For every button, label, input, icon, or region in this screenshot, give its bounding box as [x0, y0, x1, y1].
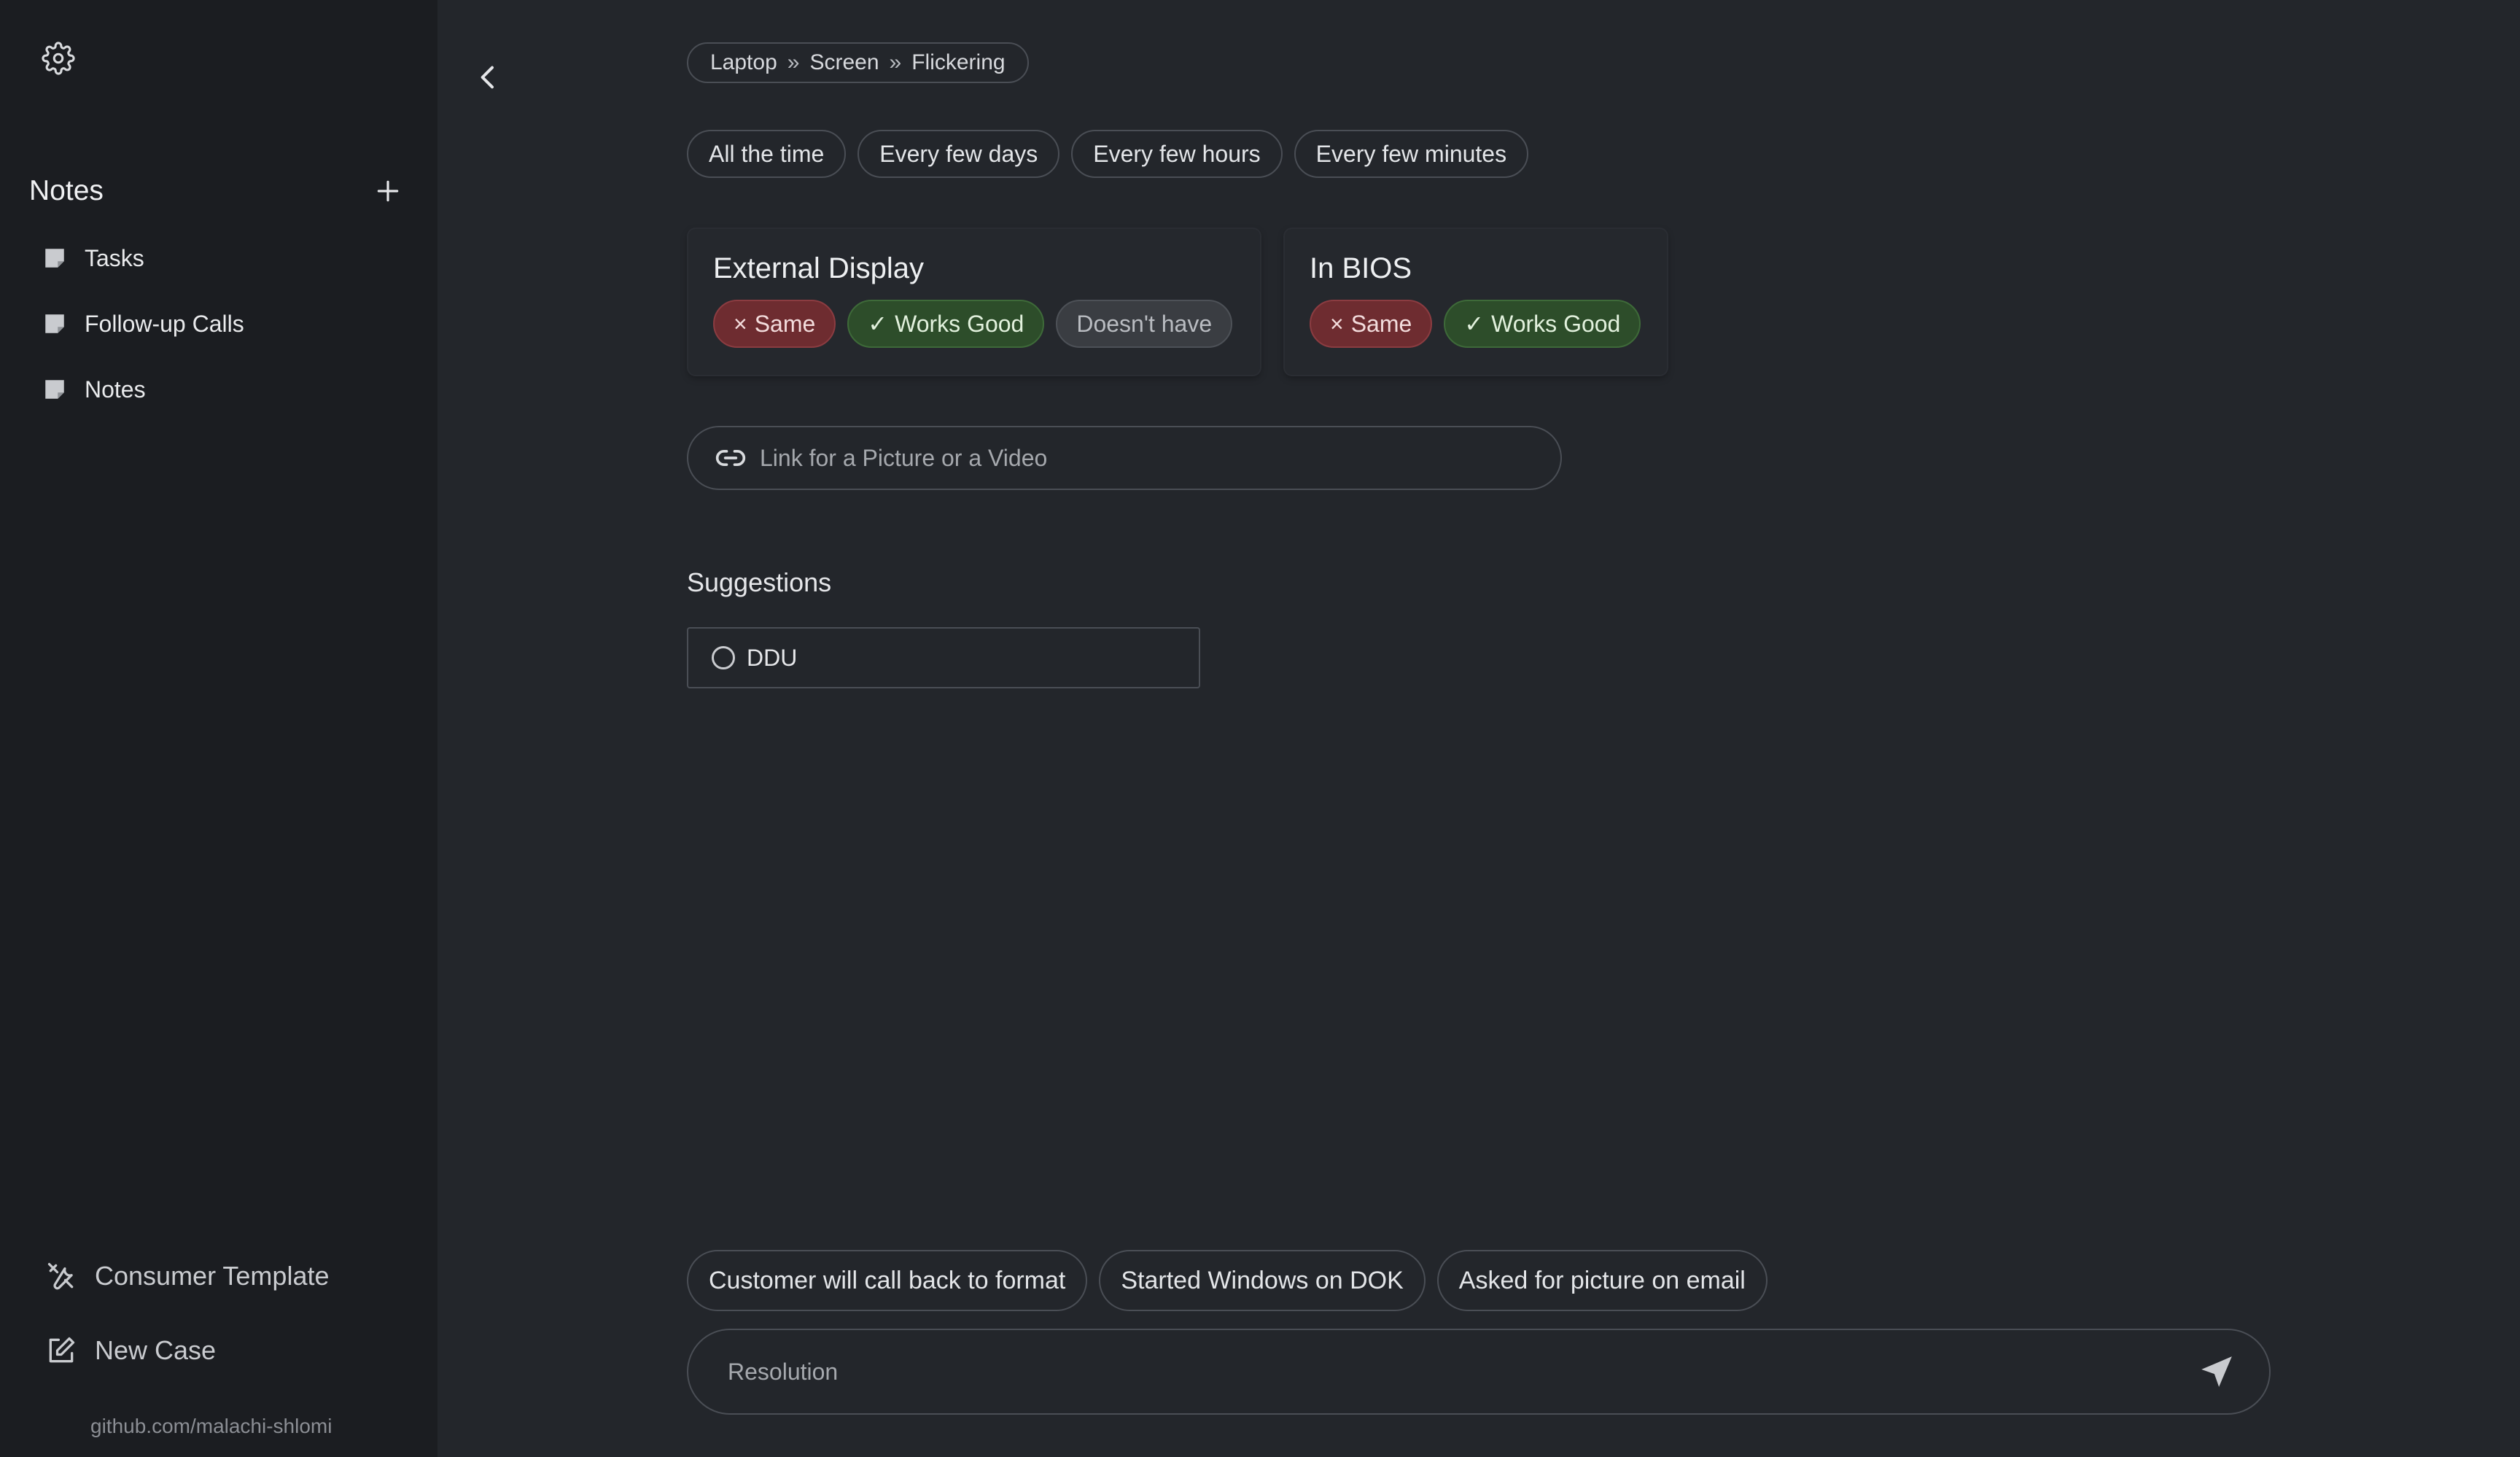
check-icon: ✓	[1464, 311, 1485, 337]
radio-icon[interactable]	[712, 646, 735, 669]
notes-header: Notes	[29, 169, 408, 213]
sidebar-item-label: Tasks	[85, 244, 144, 271]
quick-resolutions: Customer will call back to format Starte…	[687, 1250, 1768, 1311]
quick-resolution-asked-picture[interactable]: Asked for picture on email	[1436, 1250, 1768, 1311]
breadcrumb-separator: »	[787, 50, 800, 74]
chip-label: Same	[1350, 310, 1412, 337]
resolution-input[interactable]	[728, 1358, 2195, 1386]
frequency-options: All the time Every few days Every few ho…	[687, 130, 1529, 178]
breadcrumb-item-screen[interactable]: Screen	[809, 50, 879, 75]
consumer-template-label: Consumer Template	[95, 1261, 330, 1291]
chevron-left-icon	[481, 66, 494, 89]
chip-label: Same	[754, 310, 816, 337]
suggestion-item-ddu[interactable]: DDU	[687, 627, 1200, 688]
x-icon: ×	[734, 310, 747, 337]
breadcrumb-separator: »	[889, 50, 902, 74]
card-title: In BIOS	[1310, 252, 1412, 284]
sidebar-item-notes[interactable]: Notes	[42, 366, 407, 413]
consumer-template-link[interactable]: Consumer Template	[45, 1260, 330, 1292]
in-bios-works-good-chip[interactable]: ✓ Works Good	[1444, 300, 1641, 348]
chip-row: × Same ✓ Works Good	[1310, 300, 1642, 348]
back-button[interactable]	[467, 55, 510, 99]
external-display-works-good-chip[interactable]: ✓ Works Good	[847, 300, 1045, 348]
check-icon: ✓	[868, 311, 888, 337]
chip-label: Works Good	[1491, 310, 1621, 337]
quick-resolution-call-back[interactable]: Customer will call back to format	[687, 1250, 1088, 1311]
x-icon: ×	[1330, 310, 1344, 337]
add-note-button[interactable]	[368, 171, 408, 211]
quick-resolution-started-windows[interactable]: Started Windows on DOK	[1099, 1250, 1426, 1311]
chip-row: × Same ✓ Works Good Doesn't have	[713, 300, 1235, 348]
new-case-label: New Case	[95, 1335, 217, 1365]
chip-label: Doesn't have	[1076, 310, 1213, 337]
frequency-every-few-hours[interactable]: Every few hours	[1071, 130, 1283, 178]
gear-icon	[42, 42, 75, 75]
breadcrumb-item-flickering[interactable]: Flickering	[911, 50, 1005, 75]
link-icon	[715, 450, 746, 466]
external-display-card: External Display × Same ✓ Works Good Doe…	[688, 229, 1260, 375]
card-title: External Display	[713, 252, 925, 284]
frequency-every-few-minutes[interactable]: Every few minutes	[1294, 130, 1529, 178]
settings-button[interactable]	[38, 38, 79, 79]
send-button[interactable]	[2195, 1350, 2239, 1394]
new-case-link[interactable]: New Case	[45, 1334, 216, 1367]
suggestion-label: DDU	[747, 644, 798, 671]
tools-icon	[47, 1262, 74, 1290]
note-list: Tasks Follow-up Calls Notes	[42, 235, 407, 432]
sidebar: Notes Tasks Follow-up Calls Notes Consum…	[0, 0, 438, 1457]
media-link-input[interactable]	[760, 444, 1534, 472]
note-icon	[45, 314, 64, 333]
frequency-all-the-time[interactable]: All the time	[687, 130, 847, 178]
sidebar-item-tasks[interactable]: Tasks	[42, 235, 407, 281]
chip-label: Works Good	[895, 310, 1024, 337]
breadcrumb[interactable]: Laptop » Screen » Flickering	[687, 42, 1029, 83]
breadcrumb-item-laptop[interactable]: Laptop	[710, 50, 777, 75]
app: Notes Tasks Follow-up Calls Notes Consum…	[0, 0, 2520, 1457]
resolution-field[interactable]	[687, 1329, 2271, 1415]
note-icon	[45, 380, 64, 399]
notes-title: Notes	[29, 175, 104, 206]
footer-link[interactable]: github.com/malachi-shlomi	[90, 1415, 332, 1438]
send-icon	[2201, 1356, 2232, 1387]
external-display-same-chip[interactable]: × Same	[713, 300, 836, 348]
frequency-every-few-days[interactable]: Every few days	[858, 130, 1060, 178]
sidebar-item-label: Notes	[85, 376, 146, 403]
sidebar-item-follow-up-calls[interactable]: Follow-up Calls	[42, 300, 407, 347]
edit-icon	[49, 1337, 75, 1363]
sidebar-item-label: Follow-up Calls	[85, 310, 244, 337]
in-bios-card: In BIOS × Same ✓ Works Good	[1285, 229, 1667, 375]
external-display-doesnt-have-chip[interactable]: Doesn't have	[1056, 300, 1233, 348]
suggestions-title: Suggestions	[687, 567, 832, 597]
media-link-field[interactable]	[687, 426, 1562, 490]
plus-icon	[377, 180, 399, 202]
in-bios-same-chip[interactable]: × Same	[1310, 300, 1433, 348]
note-icon	[45, 249, 64, 268]
